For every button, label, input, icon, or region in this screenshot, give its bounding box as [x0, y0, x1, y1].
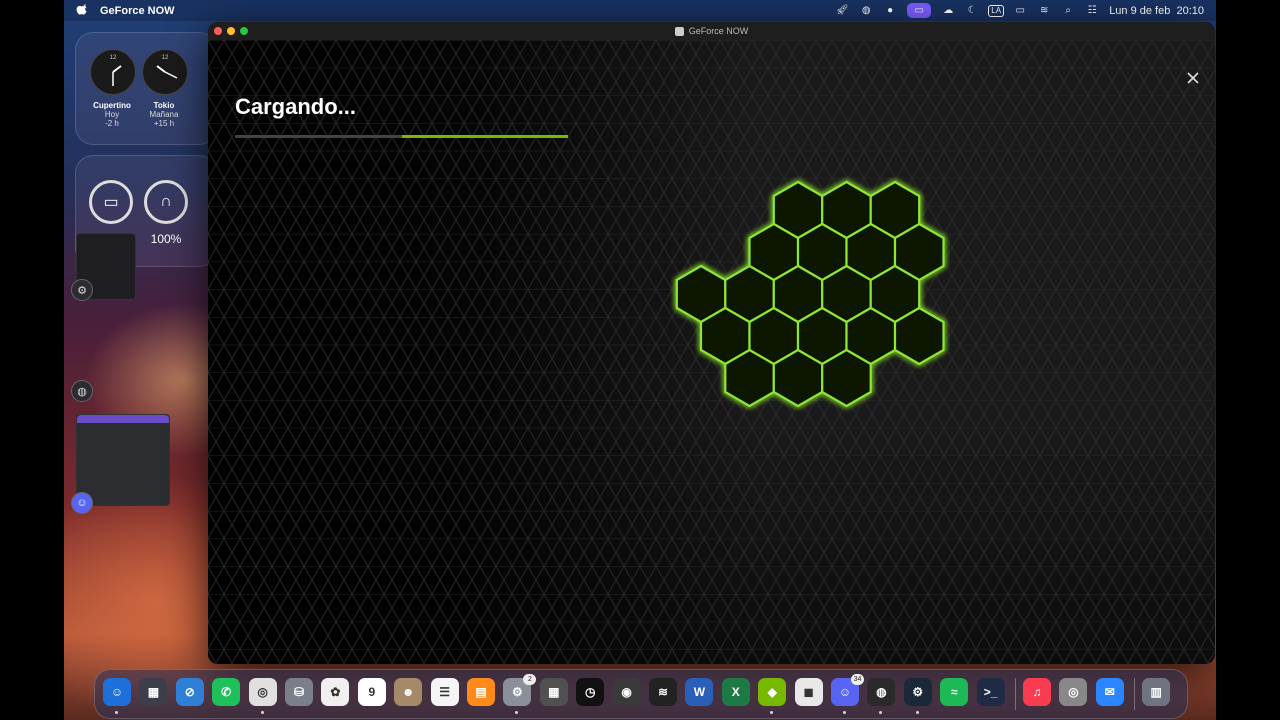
window-app-icon	[674, 26, 684, 36]
obs-status-icon[interactable]: ◍	[859, 4, 873, 18]
clock-offset: -2 h	[105, 119, 119, 128]
dock-running-indicator	[843, 711, 846, 714]
geforce-now-icon[interactable]: ◆	[758, 678, 787, 706]
svg-text:12: 12	[162, 55, 169, 61]
dock-separator	[1134, 678, 1136, 710]
stage-thumbnail-discord[interactable]	[76, 414, 170, 506]
clock-hands-icon: 12	[110, 55, 122, 86]
music-icon[interactable]: ♫	[1023, 678, 1051, 706]
search-icon[interactable]: ⌕	[1061, 4, 1075, 18]
clock-hands-icon: 12	[156, 55, 178, 79]
launchpad-icon[interactable]: ▦	[139, 678, 168, 706]
cloud-icon[interactable]: ☁	[941, 4, 955, 18]
clock-day: Hoy	[104, 110, 120, 119]
calendar-icon[interactable]: 9	[357, 678, 386, 706]
spotify-icon[interactable]: ≈	[940, 678, 969, 706]
apple-icon[interactable]	[76, 3, 90, 18]
rocket-icon[interactable]: 🚀︎	[835, 4, 849, 18]
thumbnail-header	[77, 415, 169, 423]
chrome-icon[interactable]: ◎	[248, 678, 277, 706]
clock-city: Cupertino	[93, 101, 131, 110]
reminders-icon[interactable]: ☰	[430, 678, 459, 706]
word-icon[interactable]: W	[685, 678, 714, 706]
photos-icon[interactable]: ✿	[321, 678, 350, 706]
finder-icon[interactable]: ☺	[103, 678, 131, 706]
dock-running-indicator	[115, 711, 118, 714]
input-source-icon[interactable]: LA	[988, 4, 1005, 18]
books-icon[interactable]: ▤	[467, 678, 495, 706]
close-icon[interactable]	[1185, 70, 1201, 86]
dvd-player-icon[interactable]: ◎	[1059, 678, 1088, 706]
laptop-battery-ring: ▭	[89, 180, 133, 224]
clock-label-cupertino: Cupertino Hoy -2 h	[82, 101, 142, 128]
clock-label-tokio: Tokio Mañana +15 h	[134, 101, 194, 128]
window-titlebar[interactable]: GeForce NOW	[208, 22, 1215, 40]
geforce-now-window[interactable]: GeForce NOW Cargando...	[208, 22, 1215, 664]
dock-badge: 2	[523, 674, 537, 685]
zoom-window-button[interactable]	[240, 27, 248, 35]
svg-text:12: 12	[110, 55, 117, 61]
loading-progress-fill	[401, 135, 568, 138]
whatsapp-icon[interactable]: ✆	[212, 678, 241, 706]
clock-face-cupertino: 12	[90, 49, 136, 95]
clock-face-tokio: 12	[142, 49, 188, 95]
desktop: GeForce NOW 🚀︎ ◍ ● ▭ ☁ ☾ LA ▭ ≋ ⌕ ☷ Lun …	[64, 0, 1216, 720]
safari-icon[interactable]: ⊘	[175, 678, 204, 706]
dock-badge: 34	[851, 674, 864, 685]
menu-app-name[interactable]: GeForce NOW	[100, 5, 175, 17]
record-dot-icon[interactable]: ●	[883, 4, 897, 18]
control-center-icon[interactable]: ☷	[1085, 4, 1099, 18]
terminal-icon[interactable]: >_	[976, 678, 1005, 706]
laptop-icon: ▭	[103, 194, 119, 211]
dock-running-indicator	[770, 711, 774, 714]
headphones-battery-ring: ∩	[144, 180, 188, 224]
system-settings-stage-icon[interactable]: ⚙	[71, 279, 93, 301]
moon-icon[interactable]: ☾	[965, 4, 979, 18]
battery-percent-headphones: 100%	[150, 232, 182, 246]
trash-icon[interactable]: ▥	[1142, 678, 1171, 706]
dock-running-indicator	[260, 711, 264, 714]
loading-title: Cargando...	[235, 94, 357, 119]
dock-running-indicator	[879, 711, 883, 714]
wifi-icon[interactable]: ≋	[1037, 4, 1051, 18]
mail-icon[interactable]: ✉	[1095, 678, 1124, 706]
screen-mirroring-icon[interactable]: ▭	[907, 3, 932, 18]
close-window-button[interactable]	[214, 27, 222, 35]
voice-memos-icon[interactable]: ≋	[649, 678, 677, 706]
excel-icon[interactable]: X	[721, 678, 750, 706]
battery-icon[interactable]: ▭	[1013, 4, 1027, 18]
loading-progress-track	[235, 135, 568, 138]
contacts-icon[interactable]: ☻	[394, 678, 423, 706]
minimize-window-button[interactable]	[227, 27, 235, 35]
dock-separator	[1015, 678, 1016, 710]
world-clock-widget[interactable]: 12 Cupertino Hoy -2 h 12 Tokio Mañana +1…	[75, 32, 217, 145]
calculator-icon[interactable]: ▦	[539, 678, 568, 706]
window-title: GeForce NOW	[688, 26, 749, 36]
steam-icon[interactable]: ⚙	[903, 678, 932, 706]
loading-screen: Cargando...	[208, 40, 1215, 664]
clock-day: Mañana	[149, 110, 179, 119]
clock-icon[interactable]: ◷	[576, 678, 605, 706]
screenshot-icon[interactable]: ◉	[612, 678, 641, 706]
disk-utility-icon[interactable]: ⛁	[285, 678, 313, 706]
obs-stage-icon[interactable]: ◍	[71, 380, 93, 402]
dock-running-indicator	[915, 711, 919, 714]
dock: ☺ ▦ ⊘ ✆ ◎ ⛁ ✿ 9 ☻ ☰ ▤ ⚙ 2 ▦ ◷ ◉ ≋ W X ◆ ◼ ☺ 34 ◍ ⚙ ≈ >_ ♫ ◎ ✉ ▥	[94, 669, 1188, 719]
clock-offset: +15 h	[153, 119, 175, 128]
roblox-icon[interactable]: ◼	[794, 678, 823, 706]
menu-datetime[interactable]: Lun 9 de feb 20:10	[1109, 5, 1204, 17]
dock-running-indicator	[515, 711, 519, 714]
menu-bar: GeForce NOW 🚀︎ ◍ ● ▭ ☁ ☾ LA ▭ ≋ ⌕ ☷ Lun …	[64, 0, 1216, 21]
input-source-label: LA	[988, 4, 1005, 17]
discord-stage-icon[interactable]: ☺	[71, 492, 93, 514]
headphones-icon: ∩	[160, 193, 172, 210]
clock-city: Tokio	[153, 101, 175, 110]
hexagon-background	[208, 40, 1215, 664]
obs-icon[interactable]: ◍	[867, 678, 896, 706]
